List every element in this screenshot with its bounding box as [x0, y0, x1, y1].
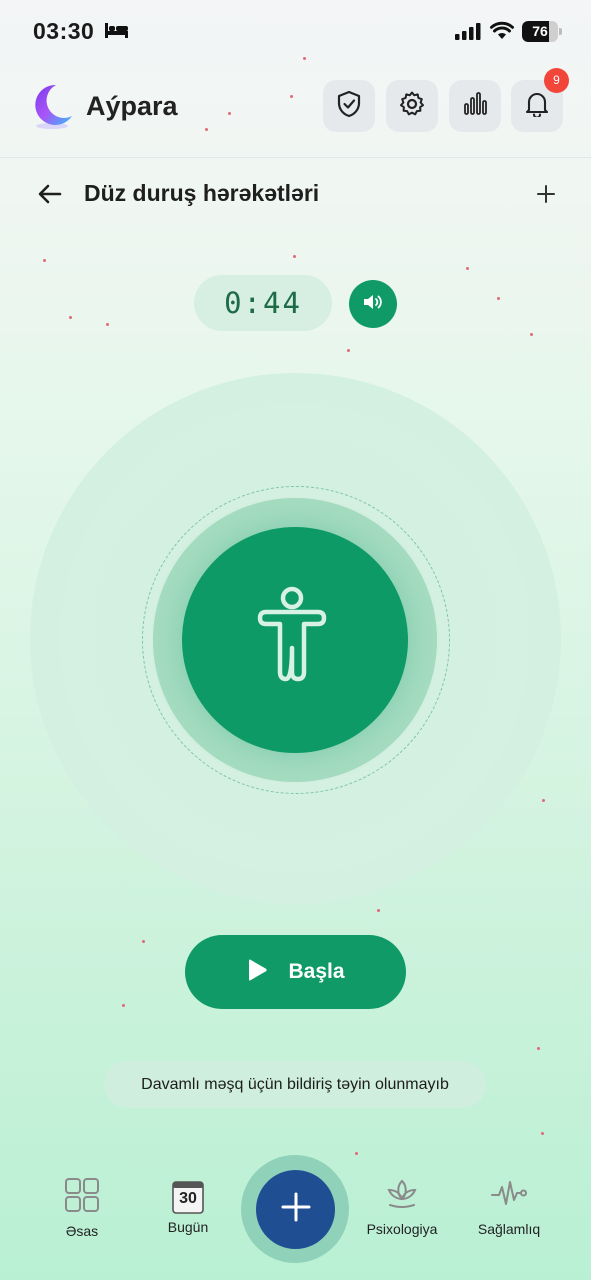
add-plus-icon[interactable] [536, 184, 556, 209]
bed-icon [104, 22, 129, 44]
settings-button[interactable] [386, 80, 438, 132]
reminder-notice: Davamlı məşq üçün bildiriş təyin olunmay… [104, 1061, 486, 1108]
nav-item-health[interactable]: Sağlamlıq [464, 1178, 554, 1237]
calendar-day: 30 [179, 1190, 197, 1207]
nav-label-health: Sağlamlıq [477, 1221, 541, 1237]
nav-item-home[interactable]: Əsas [37, 1178, 127, 1239]
sound-toggle-button[interactable] [349, 280, 397, 328]
play-icon [246, 958, 268, 987]
nav-label-psychology: Psixologiya [366, 1221, 438, 1237]
bar-chart-icon [462, 91, 488, 122]
heartbeat-icon [491, 1181, 527, 1214]
start-button[interactable]: Başla [185, 935, 406, 1009]
crescent-moon-logo-icon [30, 82, 76, 135]
status-bar: 03:30 76 [0, 0, 591, 62]
notification-count-badge: 9 [544, 68, 569, 93]
speaker-icon [362, 292, 384, 317]
privacy-shield-button[interactable] [323, 80, 375, 132]
person-stretch-icon [250, 586, 340, 695]
brand-name: Aýpara [86, 91, 178, 121]
nav-item-today[interactable]: 30 Bugün [143, 1180, 233, 1235]
battery-level: 76 [532, 23, 548, 39]
nav-item-psychology[interactable]: Psixologiya [357, 1178, 447, 1237]
status-time: 03:30 [33, 18, 95, 44]
statistics-button[interactable] [449, 80, 501, 132]
gear-icon [398, 90, 426, 123]
nav-label-home: Əsas [65, 1223, 99, 1239]
plus-icon [280, 1191, 312, 1228]
notifications-button[interactable]: 9 [511, 68, 569, 132]
lotus-icon [385, 1179, 419, 1214]
timer-display: 0:44 [194, 275, 332, 331]
title-bar: Düz duruş hərəkətləri [0, 160, 591, 230]
cellular-signal-icon [455, 23, 481, 45]
exercise-core-button[interactable] [182, 527, 408, 753]
shield-check-icon [336, 90, 362, 123]
app-header: Aýpara 9 [0, 62, 591, 158]
page-title: Düz duruş hərəkətləri [84, 180, 320, 206]
wifi-icon [490, 21, 514, 45]
grid-icon [65, 1178, 99, 1216]
start-button-label: Başla [288, 960, 345, 983]
calendar-icon: 30 [172, 1180, 204, 1214]
battery-icon: 76 [522, 21, 562, 42]
nav-label-today: Bugün [167, 1219, 209, 1235]
back-arrow-icon[interactable] [37, 182, 63, 211]
bell-icon [525, 91, 549, 122]
add-fab-button[interactable] [256, 1170, 335, 1249]
